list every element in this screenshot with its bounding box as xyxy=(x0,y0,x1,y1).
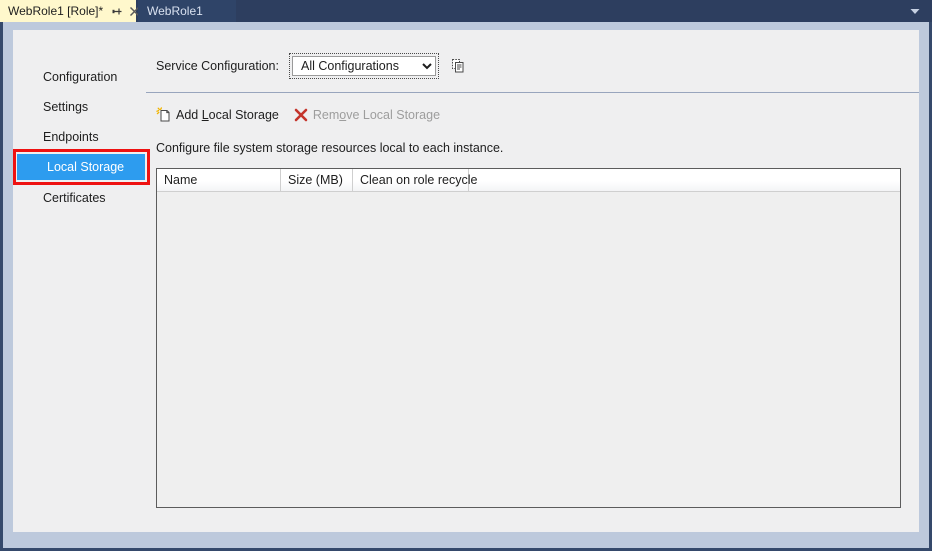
tab-title: WebRole1 xyxy=(147,4,203,18)
service-configuration-select-focus-ring: All Configurations xyxy=(288,53,439,79)
local-storage-grid[interactable]: Name Size (MB) Clean on role recycle xyxy=(156,168,901,508)
add-local-storage-label: Add Local Storage xyxy=(176,108,279,122)
tab-title: WebRole1 [Role]* xyxy=(8,4,104,18)
add-label-suffix: ocal Storage xyxy=(208,108,279,122)
add-label-prefix: Add xyxy=(176,108,202,122)
remove-local-storage-button[interactable]: Remove Local Storage xyxy=(291,104,446,126)
red-x-icon xyxy=(293,107,309,123)
service-configuration-select[interactable]: All Configurations xyxy=(291,56,436,76)
sidebar-item-certificates[interactable]: Certificates xyxy=(13,185,146,211)
sidebar-item-label: Endpoints xyxy=(43,130,99,144)
tab-webrole1[interactable]: WebRole1 xyxy=(138,0,236,22)
sidebar-item-local-storage[interactable]: Local Storage xyxy=(17,154,145,180)
sidebar-item-label: Settings xyxy=(43,100,89,114)
sidebar-item-label: Certificates xyxy=(43,191,106,205)
remove-local-storage-label: Remove Local Storage xyxy=(313,108,440,122)
sidebar-item-label: Configuration xyxy=(43,70,118,84)
copy-icon[interactable] xyxy=(446,54,470,78)
designer-category-list: Configuration Settings Endpoints Local S… xyxy=(13,30,150,532)
visual-studio-designer-window: WebRole1 [Role]* WebRole1 Configuration … xyxy=(0,0,932,551)
grid-column-header-size[interactable]: Size (MB) xyxy=(281,169,353,191)
role-designer-surface: Configuration Settings Endpoints Local S… xyxy=(13,30,919,532)
add-label-accel: L xyxy=(201,108,209,122)
service-configuration-row: Service Configuration: All Configuration… xyxy=(156,53,470,79)
pin-icon[interactable] xyxy=(110,5,123,18)
sidebar-item-configuration[interactable]: Configuration xyxy=(13,64,146,90)
service-configuration-label: Service Configuration: xyxy=(156,59,279,73)
sidebar-item-label: Local Storage xyxy=(47,160,125,174)
grid-header-row: Name Size (MB) Clean on role recycle xyxy=(157,169,900,192)
local-storage-toolbar: Add Local Storage Remove Local Storage xyxy=(154,103,446,127)
grid-column-header-name[interactable]: Name xyxy=(157,169,281,191)
grid-column-header-filler xyxy=(469,169,900,191)
designer-frame: Configuration Settings Endpoints Local S… xyxy=(3,22,929,548)
toolbar-separator xyxy=(146,92,919,93)
pane-description: Configure file system storage resources … xyxy=(156,141,504,155)
tab-webrole1-role[interactable]: WebRole1 [Role]* xyxy=(0,0,140,22)
local-storage-pane: Service Configuration: All Configuration… xyxy=(146,30,919,532)
grid-body-empty[interactable] xyxy=(157,192,900,507)
add-document-icon xyxy=(156,107,172,123)
sidebar-item-endpoints[interactable]: Endpoints xyxy=(13,124,146,150)
document-tab-strip: WebRole1 [Role]* WebRole1 xyxy=(0,0,932,22)
chevron-down-icon[interactable] xyxy=(904,0,926,22)
grid-column-header-clean-on-role-recycle[interactable]: Clean on role recycle xyxy=(353,169,477,191)
remove-label-suffix: ve Local Storage xyxy=(346,108,441,122)
add-local-storage-button[interactable]: Add Local Storage xyxy=(154,104,285,126)
remove-label-prefix: Rem xyxy=(312,108,340,122)
sidebar-item-settings[interactable]: Settings xyxy=(13,94,146,120)
